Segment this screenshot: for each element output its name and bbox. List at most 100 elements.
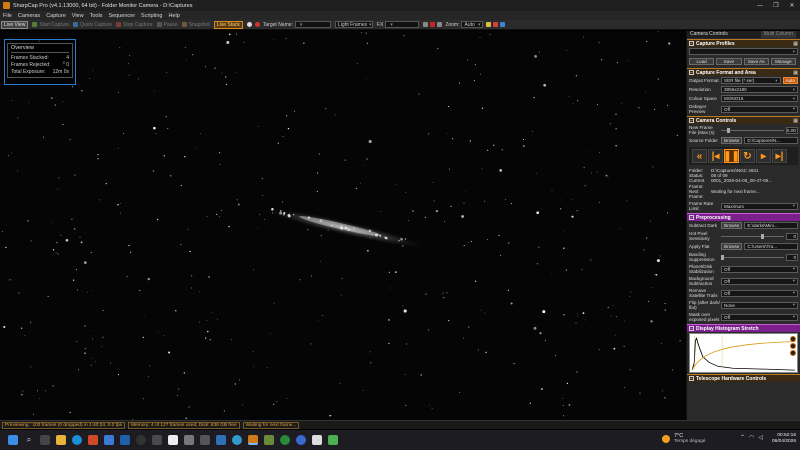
- fx-select[interactable]: [385, 21, 420, 28]
- collapse-icon[interactable]: −: [689, 215, 694, 221]
- minimize-button[interactable]: —: [752, 0, 768, 11]
- background-select[interactable]: Off: [721, 277, 798, 285]
- zoom-select[interactable]: Auto: [461, 21, 484, 28]
- task-view-icon[interactable]: [40, 435, 50, 445]
- app-icon[interactable]: [264, 435, 274, 445]
- app-icon[interactable]: [184, 435, 194, 445]
- pause-playback-icon[interactable]: ❚❚: [723, 149, 740, 163]
- collapse-icon[interactable]: −: [689, 70, 694, 75]
- snapshot-button[interactable]: Snapshot: [181, 22, 210, 28]
- browse-source-button[interactable]: Browse: [721, 137, 743, 144]
- planet-select[interactable]: Off: [721, 265, 798, 273]
- document-icon[interactable]: [168, 435, 178, 445]
- target-name-select[interactable]: [294, 21, 331, 28]
- close-button[interactable]: ✕: [784, 0, 800, 11]
- tab-multi-column[interactable]: Multi Column: [760, 31, 796, 38]
- section-histogram[interactable]: − Display Histogram Stretch: [687, 324, 800, 333]
- app-icon[interactable]: [216, 435, 226, 445]
- tab-camera-controls[interactable]: Camera Controls: [687, 31, 731, 38]
- hot-pixel-slider[interactable]: [721, 233, 784, 240]
- clock[interactable]: 00:52:16 06/04/2026: [768, 433, 796, 445]
- brightness-icon[interactable]: [486, 22, 492, 27]
- collapse-icon[interactable]: −: [689, 376, 694, 382]
- pin-icon[interactable]: [500, 22, 506, 27]
- app-icon[interactable]: [296, 435, 306, 445]
- auto-stretch-icon[interactable]: [790, 336, 796, 343]
- colour-space-select[interactable]: MONO16: [721, 95, 798, 102]
- section-preprocessing[interactable]: − Preprocessing: [687, 213, 800, 222]
- cross-icon[interactable]: [430, 22, 436, 27]
- menu-help[interactable]: Help: [168, 13, 179, 19]
- auto-button[interactable]: Auto: [782, 77, 798, 84]
- search-icon[interactable]: ⌕: [24, 435, 34, 445]
- new-frame-slider[interactable]: [721, 127, 784, 134]
- profile-select[interactable]: [689, 48, 798, 55]
- app-icon[interactable]: [328, 435, 338, 445]
- collapse-icon[interactable]: −: [689, 326, 694, 332]
- save-profile-button[interactable]: Save: [716, 58, 742, 65]
- start-capture-button[interactable]: Start Capture: [32, 22, 69, 28]
- file-explorer-icon[interactable]: [56, 435, 66, 445]
- menu-sequencer[interactable]: Sequencer: [108, 13, 135, 19]
- reticle-icon[interactable]: [423, 22, 429, 27]
- banding-slider[interactable]: [721, 254, 784, 261]
- browse-dark-button[interactable]: Browse: [721, 222, 743, 230]
- menu-cameras[interactable]: Cameras: [18, 13, 40, 19]
- section-menu-icon[interactable]: ▣: [793, 118, 798, 124]
- edge-icon[interactable]: [72, 435, 82, 445]
- section-menu-icon[interactable]: ▣: [793, 41, 798, 47]
- maximize-button[interactable]: ❐: [768, 0, 784, 11]
- app-icon[interactable]: [312, 435, 322, 445]
- refresh-icon[interactable]: ↻: [740, 149, 755, 163]
- chevron-up-icon[interactable]: ⌃: [740, 434, 745, 441]
- reset-stretch-icon[interactable]: [790, 343, 796, 350]
- collapse-icon[interactable]: −: [689, 118, 694, 123]
- volume-icon[interactable]: ◁: [758, 434, 763, 441]
- menu-scripting[interactable]: Scripting: [141, 13, 162, 19]
- frame-type-select[interactable]: Light Frames: [334, 21, 373, 28]
- stop-capture-button[interactable]: Stop Capture: [116, 22, 153, 28]
- app-icon[interactable]: [152, 435, 162, 445]
- live-stack-button[interactable]: Live Stack: [213, 20, 243, 29]
- pause-button[interactable]: Pause: [156, 22, 178, 28]
- lock-stretch-icon[interactable]: [790, 350, 796, 357]
- play-icon[interactable]: ▸: [756, 149, 771, 163]
- word-icon[interactable]: [120, 435, 130, 445]
- app-icon[interactable]: [232, 435, 242, 445]
- flip-select[interactable]: None: [721, 301, 798, 309]
- new-frame-value[interactable]: 5.00: [786, 126, 798, 134]
- astro-app-icon[interactable]: [136, 435, 146, 445]
- live-view-button[interactable]: Live View: [1, 20, 29, 29]
- save-as-profile-button[interactable]: Save As: [743, 58, 769, 65]
- debayer-select[interactable]: Off: [721, 105, 798, 113]
- histogram-icon[interactable]: [246, 22, 252, 27]
- weather-widget[interactable]: 7°C Temps dégagé: [662, 433, 705, 444]
- slider-knob[interactable]: [761, 233, 764, 239]
- menu-capture[interactable]: Capture: [46, 13, 66, 19]
- resolution-select[interactable]: 3856x2180: [721, 86, 798, 93]
- image-viewer[interactable]: [0, 31, 686, 420]
- app-icon[interactable]: [280, 435, 290, 445]
- target-icon[interactable]: [254, 22, 260, 27]
- zoom-icon[interactable]: [493, 22, 499, 27]
- next-icon[interactable]: ▸|: [772, 149, 787, 163]
- menu-view[interactable]: View: [72, 13, 84, 19]
- menu-file[interactable]: File: [3, 13, 12, 19]
- store-icon[interactable]: [104, 435, 114, 445]
- banding-value[interactable]: 0: [786, 253, 798, 261]
- section-menu-icon[interactable]: ▣: [793, 70, 798, 76]
- wifi-icon[interactable]: ◠: [749, 434, 754, 441]
- frame-rate-select[interactable]: Maximum: [721, 202, 798, 210]
- browse-flat-button[interactable]: Browse: [721, 243, 743, 251]
- previous-icon[interactable]: |◂: [708, 149, 723, 163]
- sharpcap-taskbar-icon[interactable]: [248, 435, 258, 445]
- section-telescope[interactable]: − Telescope Hardware Controls: [687, 374, 800, 383]
- load-profile-button[interactable]: Load: [689, 58, 715, 65]
- menu-tools[interactable]: Tools: [90, 13, 103, 19]
- section-camera-controls[interactable]: − Camera Controls ▣: [687, 116, 800, 124]
- office-icon[interactable]: [88, 435, 98, 445]
- app-icon[interactable]: [200, 435, 210, 445]
- section-capture-format[interactable]: − Capture Format and Area ▣: [687, 68, 800, 76]
- satellite-select[interactable]: Off: [721, 289, 798, 297]
- output-format-select[interactable]: SER file (*.ser): [721, 77, 781, 84]
